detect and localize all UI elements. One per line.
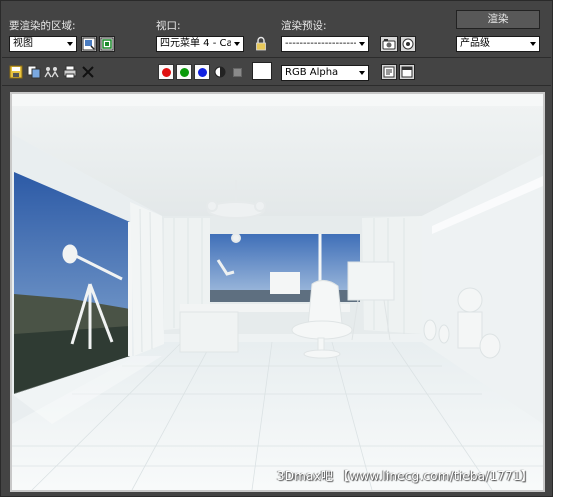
chevron-down-icon (64, 37, 76, 51)
environment-icon (402, 38, 414, 50)
lock-icon (256, 36, 266, 51)
print-icon (63, 65, 77, 79)
toolbar-divider (2, 57, 551, 58)
print-image-button[interactable] (63, 65, 77, 79)
rendered-image-viewport[interactable]: 3Dmax吧 【www.linecg.com/tieba/1771】 (10, 92, 545, 492)
render-quality-dropdown[interactable]: 产品级 (456, 36, 540, 52)
render-preset-value: -------------------- (285, 38, 358, 49)
area-to-render-label: 要渲染的区域: (9, 20, 76, 32)
alpha-channel-icon (214, 66, 226, 78)
watermark-text: 3Dmax吧 【www.linecg.com/tieba/1771】 (276, 469, 533, 483)
viewport-label: 视口: (156, 20, 181, 32)
lock-viewport-button[interactable] (254, 36, 268, 52)
viewport-divider (2, 85, 551, 86)
alpha-channel-toggle[interactable] (214, 66, 228, 80)
save-image-button[interactable] (9, 65, 23, 79)
auto-region-button[interactable] (99, 36, 115, 52)
render-frame-window: 要渲染的区域: 视口: 渲染预设: 渲染 视图 四元菜单 4 - Can ---… (0, 0, 553, 497)
clone-frame-button[interactable] (44, 65, 60, 79)
clear-image-button[interactable] (81, 65, 95, 79)
viewport-value: 四元菜单 4 - Can (160, 38, 239, 49)
area-to-render-value: 视图 (13, 38, 33, 49)
area-to-render-dropdown[interactable]: 视图 (9, 36, 77, 52)
clone-icon (44, 67, 59, 78)
green-channel-toggle[interactable] (176, 64, 192, 80)
red-channel-toggle[interactable] (158, 64, 174, 80)
edit-region-button[interactable] (81, 36, 97, 52)
save-icon (9, 65, 23, 79)
render-setup-button[interactable] (380, 36, 398, 52)
monochrome-toggle[interactable] (233, 68, 242, 77)
copy-image-button[interactable] (27, 65, 41, 79)
edit-region-icon (82, 37, 96, 51)
red-channel-icon (162, 68, 171, 77)
chevron-down-icon (356, 66, 368, 80)
toggle-ui-button[interactable] (399, 64, 415, 80)
toggle-ui-overlay-button[interactable] (381, 64, 397, 80)
channel-display-dropdown[interactable]: RGB Alpha (281, 65, 369, 81)
copy-icon (27, 65, 41, 79)
render-setup-icon (382, 39, 396, 50)
render-button[interactable]: 渲染 (456, 10, 540, 29)
environment-button[interactable] (400, 36, 416, 52)
chevron-down-icon (527, 37, 539, 51)
clear-icon (82, 66, 94, 78)
color-swatch[interactable] (252, 62, 272, 80)
render-preset-dropdown[interactable]: -------------------- (281, 36, 369, 52)
channel-display-value: RGB Alpha (285, 67, 339, 78)
chevron-down-icon (231, 37, 243, 51)
display-icon (383, 66, 395, 78)
render-preset-label: 渲染预设: (281, 20, 327, 32)
chevron-down-icon (356, 37, 368, 51)
auto-region-icon (100, 37, 114, 51)
rendered-room-image (12, 94, 543, 490)
blue-channel-icon (198, 68, 207, 77)
blue-channel-toggle[interactable] (194, 64, 210, 80)
window-icon (401, 66, 413, 78)
green-channel-icon (180, 68, 189, 77)
viewport-dropdown[interactable]: 四元菜单 4 - Can (156, 36, 244, 52)
render-quality-value: 产品级 (460, 38, 490, 49)
